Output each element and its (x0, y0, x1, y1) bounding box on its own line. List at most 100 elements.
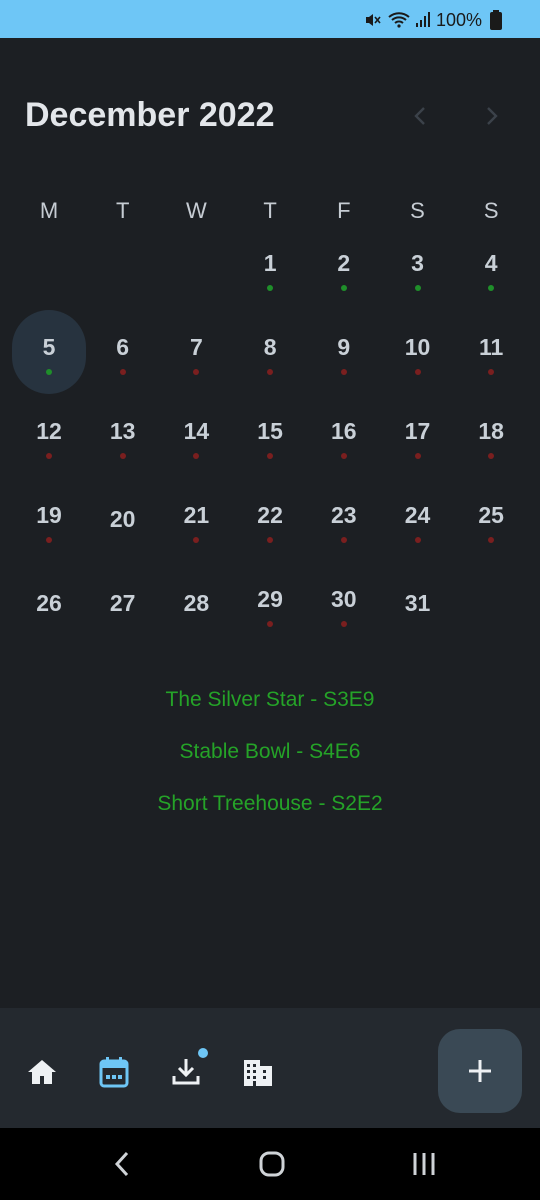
day-cell-17[interactable]: 17 (381, 408, 455, 492)
event-indicator-dot (414, 537, 421, 543)
day-number: 24 (404, 502, 431, 528)
event-indicator-dot (267, 369, 274, 375)
day-cell-8[interactable]: 8 (233, 324, 307, 408)
weekday-label: W (186, 198, 207, 223)
day-cell-18[interactable]: 18 (454, 408, 528, 492)
day-cell-6[interactable]: 6 (86, 324, 160, 408)
day-cell-25[interactable]: 25 (454, 492, 528, 576)
day-cell-4[interactable]: 4 (454, 240, 528, 324)
event-item[interactable]: Short Treehouse - S2E2 (0, 792, 540, 816)
event-indicator-dot (414, 453, 421, 459)
weekday-label: F (337, 198, 351, 223)
day-cell-15[interactable]: 15 (233, 408, 307, 492)
day-number: 17 (404, 418, 431, 444)
event-item[interactable]: Stable Bowl - S4E6 (0, 740, 540, 764)
notification-dot (198, 1048, 208, 1058)
day-cell-22[interactable]: 22 (233, 492, 307, 576)
day-cell-14[interactable]: 14 (159, 408, 233, 492)
system-navigation-bar (0, 1128, 540, 1200)
day-number: 28 (183, 590, 210, 616)
back-icon (114, 1151, 129, 1177)
day-cell-20[interactable]: 20 (86, 492, 160, 576)
day-cell-7[interactable]: 7 (159, 324, 233, 408)
day-number: 9 (337, 334, 351, 360)
event-indicator-dot (119, 453, 126, 459)
day-number: 29 (257, 586, 283, 612)
day-number: 13 (109, 418, 136, 444)
battery-text: 100% (435, 9, 482, 30)
day-cell-31[interactable]: 31 (381, 576, 455, 660)
chevron-left-icon (414, 107, 425, 125)
event-indicator-dot (193, 369, 200, 375)
recents-button[interactable] (410, 1150, 438, 1183)
download-icon[interactable] (170, 1056, 202, 1088)
event-indicator-dot (340, 537, 347, 543)
home-button[interactable] (258, 1150, 286, 1183)
day-number: 4 (484, 250, 498, 276)
day-cell-26[interactable]: 26 (12, 576, 86, 660)
day-cell-24[interactable]: 24 (381, 492, 455, 576)
event-indicator-dot (488, 369, 495, 375)
day-number: 2 (337, 250, 351, 276)
day-cell-10[interactable]: 10 (381, 324, 455, 408)
building-icon[interactable] (242, 1056, 274, 1088)
day-cell-2[interactable]: 2 (307, 240, 381, 324)
status-icons: 100% (364, 8, 482, 32)
day-cell-30[interactable]: 30 (307, 576, 381, 660)
day-number: 15 (257, 418, 283, 444)
weekday-label: T (115, 198, 130, 223)
day-cell-12[interactable]: 12 (12, 408, 86, 492)
mute-icon (365, 14, 381, 26)
recents-icon (413, 1153, 435, 1175)
event-indicator-dot (414, 369, 421, 375)
day-cell-23[interactable]: 23 (307, 492, 381, 576)
weekday-label: S (483, 198, 499, 223)
event-indicator-dot (46, 369, 52, 375)
day-number: 21 (183, 502, 210, 528)
event-indicator-dot (340, 453, 347, 459)
day-cell-5[interactable]: 5 (12, 324, 86, 408)
event-indicator-dot (46, 453, 52, 459)
day-number: 25 (478, 502, 504, 528)
day-cell-9[interactable]: 9 (307, 324, 381, 408)
event-indicator-dot (267, 621, 274, 627)
chevron-right-icon (487, 107, 498, 125)
home-icon[interactable] (26, 1056, 58, 1088)
day-cell-29[interactable]: 29 (233, 576, 307, 660)
event-indicator-dot (193, 453, 200, 459)
event-indicator-dot (488, 537, 495, 543)
event-indicator-dot (340, 621, 347, 627)
day-number: 6 (116, 334, 130, 360)
day-cell-3[interactable]: 3 (381, 240, 455, 324)
event-indicator-dot (267, 453, 274, 459)
day-cell-16[interactable]: 16 (307, 408, 381, 492)
weekday-label: S (410, 198, 425, 223)
day-cell-27[interactable]: 27 (86, 576, 160, 660)
home-circle-icon (259, 1151, 285, 1177)
add-button[interactable] (438, 1029, 522, 1113)
event-indicator-dot (267, 537, 274, 543)
month-title: December 2022 (25, 96, 275, 134)
day-number: 8 (263, 334, 277, 360)
event-indicator-dot (414, 285, 421, 291)
day-cell-28[interactable]: 28 (159, 576, 233, 660)
day-number: 14 (183, 418, 210, 444)
day-cell-19[interactable]: 19 (12, 492, 86, 576)
day-number: 11 (479, 334, 504, 360)
day-number: 20 (109, 506, 136, 532)
day-cell-11[interactable]: 11 (454, 324, 528, 408)
day-cell-21[interactable]: 21 (159, 492, 233, 576)
next-month-button[interactable] (476, 100, 508, 132)
day-number: 30 (331, 586, 357, 612)
day-number: 1 (263, 250, 277, 276)
day-cell-1[interactable]: 1 (233, 240, 307, 324)
calendar-icon[interactable] (98, 1056, 130, 1088)
weekday-label: T (263, 198, 277, 223)
event-item[interactable]: The Silver Star - S3E9 (0, 688, 540, 712)
back-button[interactable] (112, 1150, 132, 1183)
event-indicator-dot (193, 537, 200, 543)
day-cell-13[interactable]: 13 (86, 408, 160, 492)
previous-month-button[interactable] (404, 100, 436, 132)
day-number: 26 (36, 590, 62, 616)
day-number: 10 (404, 334, 431, 360)
